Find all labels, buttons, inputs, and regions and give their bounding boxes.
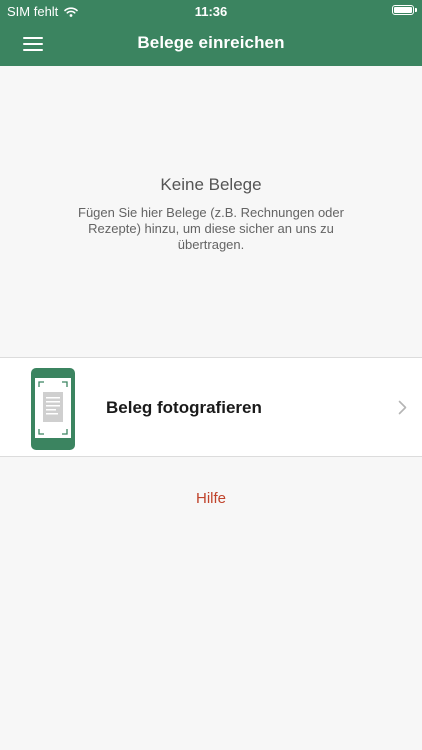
- empty-state-description: Fügen Sie hier Belege (z.B. Rechnungen o…: [78, 205, 344, 252]
- photograph-receipt-label: Beleg fotografieren: [106, 398, 262, 417]
- phone-camera-document-icon: [31, 368, 75, 450]
- battery-fill: [394, 7, 412, 13]
- empty-state-title: Keine Belege: [160, 175, 262, 194]
- help-link[interactable]: Hilfe: [0, 490, 422, 507]
- photograph-receipt-button[interactable]: Beleg fotografieren: [0, 357, 422, 457]
- header: SIM fehlt 11:36 Belege einreichen: [0, 0, 422, 66]
- status-bar: SIM fehlt 11:36: [0, 0, 422, 22]
- app-screen: SIM fehlt 11:36 Belege einreichen Keine …: [0, 0, 422, 750]
- status-time: 11:36: [194, 4, 228, 19]
- battery-tip: [415, 8, 417, 12]
- page-title: Belege einreichen: [137, 33, 285, 52]
- chevron-right-icon: [398, 400, 407, 415]
- nav-bar: Belege einreichen: [0, 22, 422, 66]
- battery-icon: [392, 5, 417, 15]
